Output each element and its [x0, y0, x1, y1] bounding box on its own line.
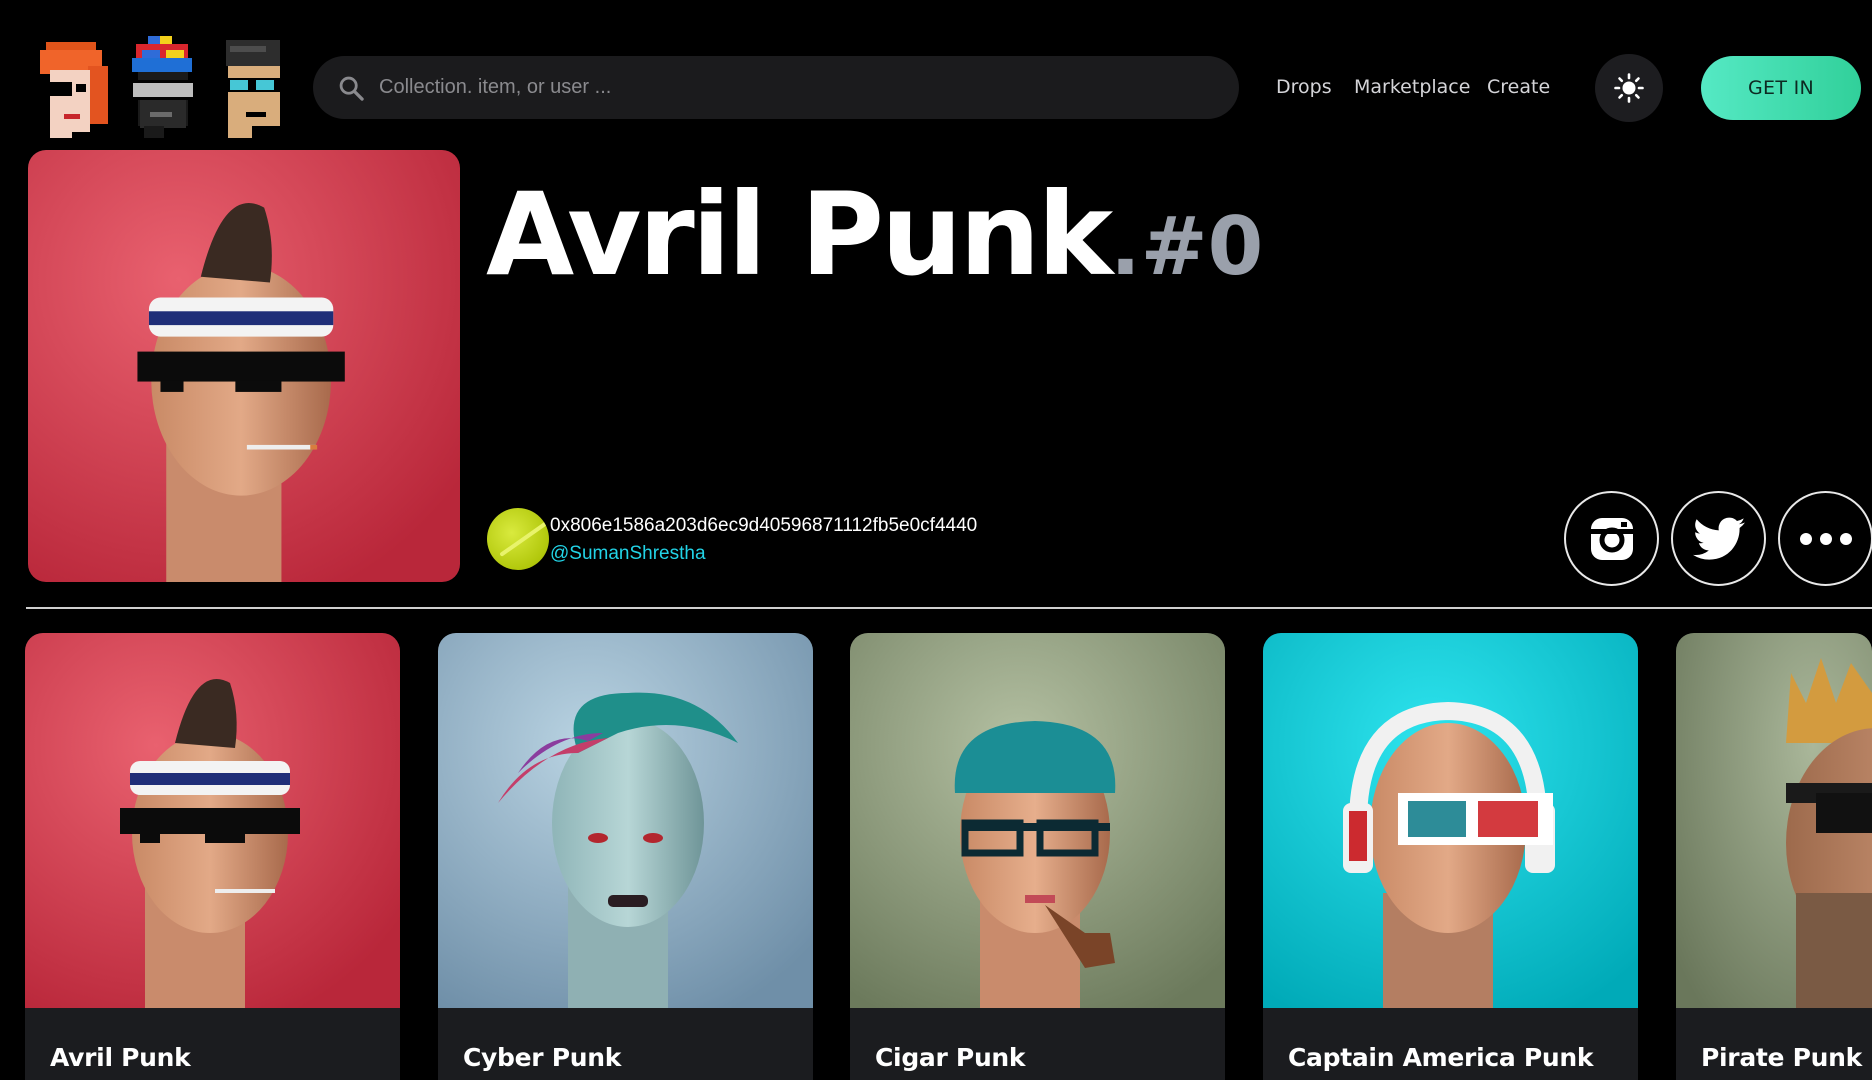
instagram-button[interactable]: [1564, 491, 1659, 586]
nft-card[interactable]: Avril Punk: [25, 633, 400, 1080]
search-icon: [339, 76, 364, 101]
nft-card[interactable]: Captain America Punk: [1263, 633, 1638, 1080]
item-title: Avril Punk.#0: [486, 168, 1263, 301]
twitter-button[interactable]: [1671, 491, 1766, 586]
owner-handle-link[interactable]: @SumanShrestha: [550, 543, 706, 565]
nft-card[interactable]: Cigar Punk: [850, 633, 1225, 1080]
nft-card-title: Cyber Punk: [463, 1043, 622, 1072]
search-input[interactable]: [379, 76, 1239, 99]
site-logo[interactable]: [36, 36, 292, 138]
more-icon: [1799, 532, 1852, 545]
nft-card-title: Captain America Punk: [1288, 1043, 1594, 1072]
nft-card-title: Pirate Punk: [1701, 1043, 1862, 1072]
punk-redhead-icon: [36, 36, 112, 138]
item-token-id: #0: [1140, 200, 1264, 293]
nav-create[interactable]: Create: [1487, 76, 1550, 98]
owner-address: 0x806e1586a203d6ec9d40596871112fb5e0cf44…: [550, 515, 978, 536]
nft-card-image: [1263, 633, 1638, 1008]
search-bar[interactable]: [313, 56, 1239, 119]
get-in-button[interactable]: GET IN: [1701, 56, 1861, 120]
nft-card-image: [438, 633, 813, 1008]
section-divider: [26, 607, 1872, 609]
nft-card-title: Avril Punk: [50, 1043, 191, 1072]
owner-avatar[interactable]: [487, 508, 549, 570]
punk-propeller-cap-icon: [126, 36, 202, 138]
item-name: Avril Punk: [486, 168, 1113, 301]
nav-marketplace[interactable]: Marketplace: [1354, 76, 1470, 98]
theme-toggle-button[interactable]: [1595, 54, 1663, 122]
hero-nft-image: [28, 150, 460, 582]
nft-card-title: Cigar Punk: [875, 1043, 1026, 1072]
twitter-icon: [1692, 517, 1745, 560]
item-separator: .: [1110, 200, 1141, 293]
nft-card-image: [25, 633, 400, 1008]
nft-card-image: [850, 633, 1225, 1008]
punk-glasses-icon: [216, 36, 292, 138]
nft-card-image: [1676, 633, 1872, 1008]
nft-card[interactable]: Cyber Punk: [438, 633, 813, 1080]
nft-card[interactable]: Pirate Punk: [1676, 633, 1872, 1080]
instagram-icon: [1590, 517, 1633, 560]
sun-icon: [1614, 73, 1644, 103]
more-options-button[interactable]: [1778, 491, 1872, 586]
nav-drops[interactable]: Drops: [1276, 76, 1332, 98]
